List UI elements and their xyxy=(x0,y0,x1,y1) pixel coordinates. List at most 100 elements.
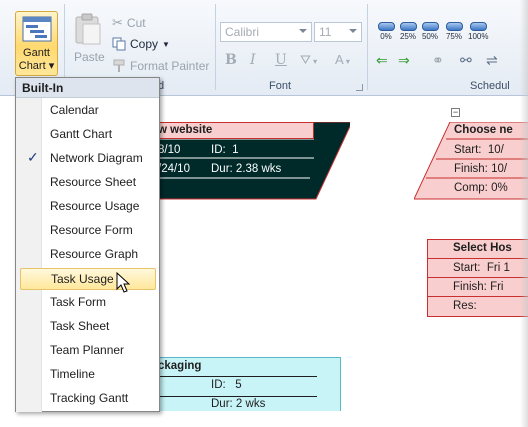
task-node-choose-complete: Comp: 0% xyxy=(454,182,508,194)
percent-label: 100% xyxy=(468,32,489,41)
menu-item-gantt-chart[interactable]: Gantt Chart xyxy=(20,124,156,146)
menu-item-network-diagram[interactable]: ✓ Network Diagram xyxy=(20,148,156,170)
scissors-icon: ✂ xyxy=(112,15,123,30)
underline-button[interactable]: U xyxy=(275,52,287,68)
format-painter-icon xyxy=(113,59,125,72)
menu-item-label: Resource Usage xyxy=(50,199,140,213)
chevron-down-icon xyxy=(299,29,307,33)
task-node-website-duration: Dur: 2.38 wks xyxy=(211,163,282,175)
format-painter-label: Format Painter xyxy=(130,59,210,73)
percent-label: 50% xyxy=(421,32,438,41)
paste-label: Paste xyxy=(74,50,105,64)
chevron-down-icon: ▼ xyxy=(162,39,170,49)
menu-item-label: Timeline xyxy=(50,367,95,381)
progress-pill-icon xyxy=(377,22,395,31)
task-node-website-title: w website xyxy=(158,124,213,136)
menu-item-resource-sheet[interactable]: Resource Sheet xyxy=(20,172,156,194)
menu-item-resource-usage[interactable]: Resource Usage xyxy=(20,196,156,218)
gantt-chart-button[interactable]: Gantt Chart ▾ xyxy=(15,11,58,76)
menu-item-tracking-gantt[interactable]: Tracking Gantt xyxy=(20,388,156,410)
menu-item-resource-graph[interactable]: Resource Graph xyxy=(20,244,156,266)
split-task-icon[interactable]: ⇌ xyxy=(486,52,498,69)
percent-label: 75% xyxy=(445,32,462,41)
progress-pill-icon xyxy=(421,22,439,31)
checkmark-icon: ✓ xyxy=(27,149,39,165)
percent-complete-button[interactable]: 0% xyxy=(376,22,396,41)
window-bottom-edge xyxy=(0,411,528,427)
collapse-button[interactable]: − xyxy=(451,108,460,117)
link-tasks-icon[interactable]: ⚭ xyxy=(432,52,444,69)
group-separator xyxy=(215,4,216,90)
task-node-website-start: 8/10 xyxy=(158,144,181,156)
task-node-packaging-id: ID: 5 xyxy=(211,379,242,391)
percent-complete-button[interactable]: 75% xyxy=(444,22,464,41)
font-name-select[interactable]: Calibri xyxy=(220,22,312,42)
copy-button[interactable]: Copy ▼ xyxy=(112,37,170,51)
paste-icon xyxy=(75,13,101,45)
task-node-packaging-duration: Dur: 2 wks xyxy=(211,398,266,410)
schedule-group-label: Schedul xyxy=(470,80,510,92)
bold-button[interactable]: B xyxy=(225,52,237,68)
indent-task-icon[interactable]: ⇐ xyxy=(376,52,388,69)
percent-label: 0% xyxy=(380,32,392,41)
cut-button[interactable]: ✂ Cut xyxy=(112,15,146,31)
chevron-down-icon xyxy=(349,29,357,33)
menu-item-label: Gantt Chart xyxy=(50,127,113,141)
copy-label: Copy xyxy=(130,37,159,51)
menu-item-label: Resource Form xyxy=(50,223,133,237)
menu-item-label: Task Sheet xyxy=(50,319,110,333)
gantt-chart-label-line2: Chart ▾ xyxy=(18,60,55,72)
font-name-value: Calibri xyxy=(225,25,260,39)
menu-item-task-sheet[interactable]: Task Sheet xyxy=(20,316,156,338)
font-size-select[interactable]: 11 xyxy=(314,22,362,42)
task-node-select-finish: Finish: Fri xyxy=(453,281,504,293)
task-node-select-start: Start: Fri 1 xyxy=(453,262,510,274)
task-node-website-finish: /24/10 xyxy=(158,163,190,175)
font-dialog-launcher-icon[interactable] xyxy=(356,84,363,91)
menu-item-label: Resource Graph xyxy=(50,247,139,261)
task-node-select-title: Select Hos xyxy=(453,242,512,254)
menu-item-label: Team Planner xyxy=(50,343,125,357)
font-size-value: 11 xyxy=(319,25,332,39)
percent-complete-button[interactable]: 50% xyxy=(420,22,440,41)
font-color-icon: A xyxy=(335,52,344,67)
percent-complete-button[interactable]: 25% xyxy=(398,22,418,41)
menu-item-label: Calendar xyxy=(50,103,99,117)
menu-item-label: Resource Sheet xyxy=(50,175,137,189)
menu-item-timeline[interactable]: Timeline xyxy=(20,364,156,386)
progress-pill-icon xyxy=(469,22,487,31)
task-node-select-resources: Res: xyxy=(453,300,477,312)
background-color-button[interactable]: ⛛ ▾ xyxy=(300,52,317,68)
task-node-choose-title: Choose ne xyxy=(454,124,513,136)
menu-item-label: Network Diagram xyxy=(50,151,143,165)
task-node-website-id: ID: 1 xyxy=(211,144,239,156)
cut-label: Cut xyxy=(126,16,146,30)
menu-item-team-planner[interactable]: Team Planner xyxy=(20,340,156,362)
italic-button[interactable]: I xyxy=(250,52,256,68)
percent-complete-button[interactable]: 100% xyxy=(468,22,488,41)
menu-item-label: Task Usage xyxy=(51,272,114,286)
mouse-cursor-icon xyxy=(116,272,130,293)
copy-icon xyxy=(112,37,126,51)
progress-pill-icon xyxy=(445,22,463,31)
progress-pill-icon xyxy=(399,22,417,31)
task-node-choose-start: Start: 10/ xyxy=(454,144,504,156)
menu-item-resource-form[interactable]: Resource Form xyxy=(20,220,156,242)
menu-item-task-usage[interactable]: Task Usage xyxy=(20,268,156,290)
project-window: Gantt Chart ▾ Paste ✂ Cut Copy ▼ Format … xyxy=(0,0,528,427)
gantt-chart-dropdown-menu: Built-In Calendar Gantt Chart ✓ Network Dia… xyxy=(15,77,160,412)
outdent-task-icon[interactable]: ⇒ xyxy=(398,52,410,69)
gantt-chart-label-line1: Gantt xyxy=(23,47,50,59)
percent-label: 25% xyxy=(399,32,416,41)
unlink-tasks-icon[interactable]: ⚯ xyxy=(460,52,472,69)
menu-item-task-form[interactable]: Task Form xyxy=(20,292,156,314)
paint-bucket-icon: ⛛ xyxy=(300,52,311,67)
menu-item-calendar[interactable]: Calendar xyxy=(20,100,156,122)
font-group-label: Font xyxy=(269,80,292,92)
group-separator xyxy=(367,4,368,90)
task-node-choose-finish: Finish: 10/ xyxy=(454,163,508,175)
menu-item-label: Tracking Gantt xyxy=(50,391,129,405)
format-painter-button[interactable]: Format Painter xyxy=(112,59,209,73)
paste-button[interactable]: Paste xyxy=(70,10,106,70)
font-color-button[interactable]: A ▾ xyxy=(335,52,350,67)
